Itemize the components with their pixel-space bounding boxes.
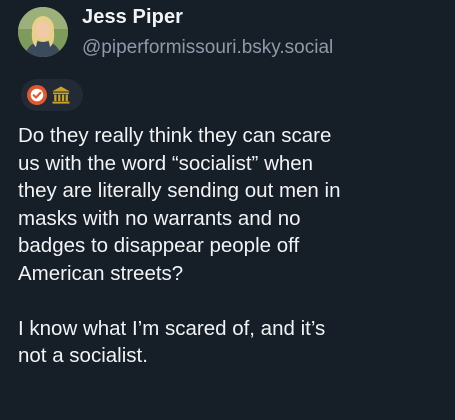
post-paragraph: Do they really think they can scare us w… <box>18 124 341 285</box>
post-paragraph: I know what I’m scared of, and it’s not … <box>18 316 326 368</box>
avatar[interactable] <box>18 7 68 57</box>
user-handle[interactable]: @piperformissouri.bsky.social <box>82 37 333 59</box>
post-body: Do they really think they can scare us w… <box>18 122 448 370</box>
profile-photo-icon <box>18 7 68 57</box>
verified-check-icon <box>27 85 47 105</box>
display-name[interactable]: Jess Piper <box>82 6 183 29</box>
profile-badges[interactable] <box>21 79 83 111</box>
government-building-icon <box>52 86 70 104</box>
